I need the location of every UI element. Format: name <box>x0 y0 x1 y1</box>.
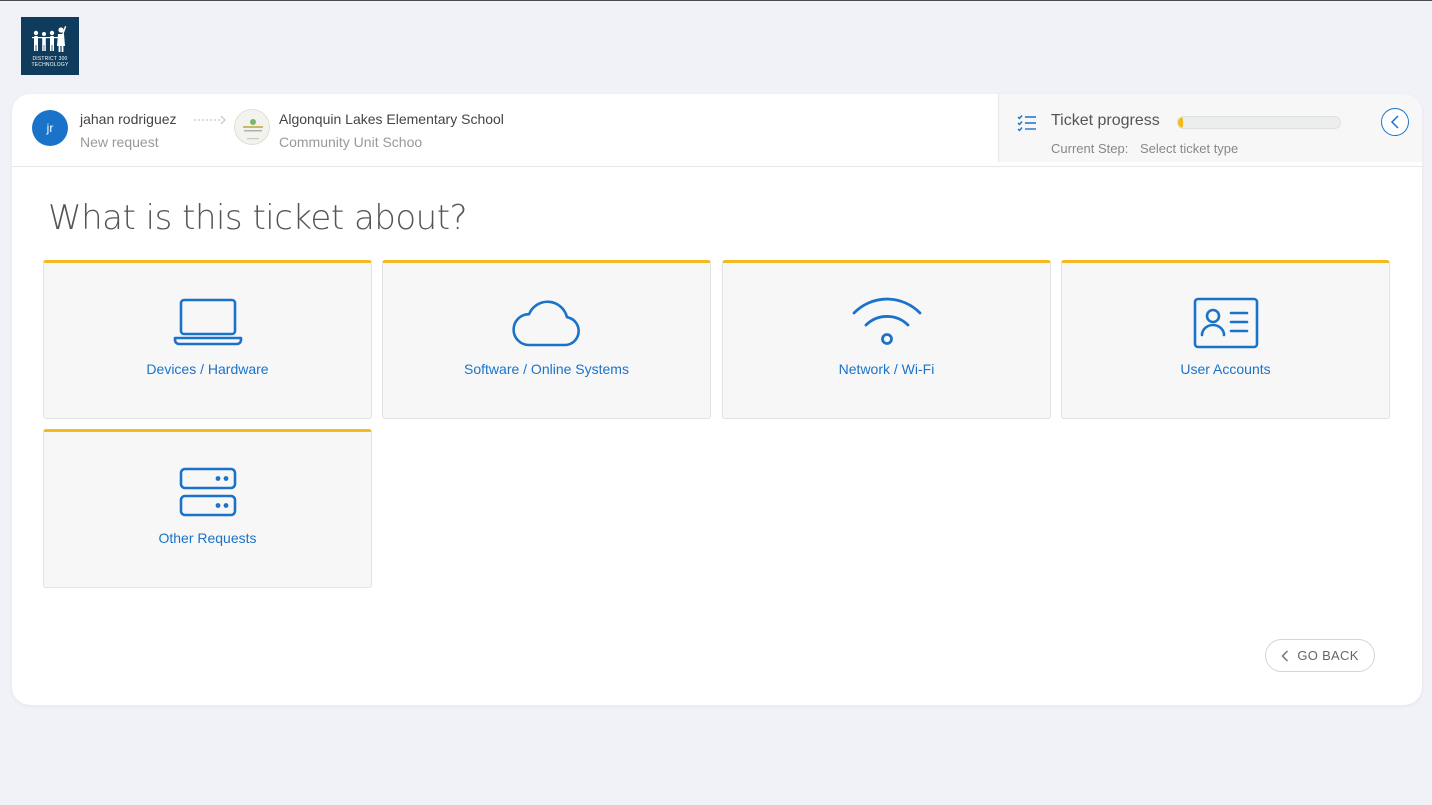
family-logo-icon <box>32 25 67 52</box>
category-software-online-systems[interactable]: Software / Online Systems <box>382 260 711 419</box>
go-back-label: GO BACK <box>1297 648 1359 663</box>
go-back-button[interactable]: GO BACK <box>1265 639 1375 672</box>
wifi-icon <box>852 297 921 345</box>
category-label: Devices / Hardware <box>146 361 269 377</box>
school-crest-icon <box>243 119 263 140</box>
category-label: Software / Online Systems <box>464 361 629 377</box>
page-title: What is this ticket about? <box>48 198 468 238</box>
checklist-icon <box>1017 115 1036 132</box>
category-label: Network / Wi-Fi <box>838 361 935 377</box>
collapse-panel-button[interactable] <box>1381 108 1409 136</box>
progress-bar <box>1177 116 1341 129</box>
chevron-left-icon <box>1390 115 1399 129</box>
laptop-icon <box>173 298 242 346</box>
category-devices-hardware[interactable]: Devices / Hardware <box>43 260 372 419</box>
school-logo <box>234 109 270 145</box>
server-icon <box>179 467 236 517</box>
id-card-icon <box>1193 297 1258 349</box>
ticket-header: jr jahan rodriguez New request Algonquin… <box>12 94 1422 167</box>
category-other-requests[interactable]: Other Requests <box>43 429 372 588</box>
arrow-right-icon <box>194 115 226 125</box>
requester-name: jahan rodriguez <box>80 111 177 127</box>
district-logo[interactable]: DISTRICT 300 TECHNOLOGY <box>21 17 79 75</box>
category-label: User Accounts <box>1180 361 1271 377</box>
current-step-value: Select ticket type <box>1140 141 1239 156</box>
ticket-card: jr jahan rodriguez New request Algonquin… <box>12 94 1422 705</box>
cloud-icon <box>511 300 580 347</box>
category-user-accounts[interactable]: User Accounts <box>1061 260 1390 419</box>
category-label: Other Requests <box>158 530 257 546</box>
location-subtitle: Community Unit Schoo <box>279 134 423 150</box>
progress-title: Ticket progress <box>1051 112 1160 129</box>
chevron-left-icon <box>1281 649 1289 662</box>
progress-fill <box>1178 117 1183 128</box>
category-network-wifi[interactable]: Network / Wi-Fi <box>722 260 1051 419</box>
ticket-progress-panel: Ticket progress Current Step: Select tic… <box>998 94 1422 162</box>
logo-text: DISTRICT 300 TECHNOLOGY <box>31 56 69 68</box>
current-step-label: Current Step: <box>1051 141 1129 156</box>
requester-avatar: jr <box>32 110 68 146</box>
requester-subtitle: New request <box>80 134 159 150</box>
location-name: Algonquin Lakes Elementary School <box>279 111 504 127</box>
